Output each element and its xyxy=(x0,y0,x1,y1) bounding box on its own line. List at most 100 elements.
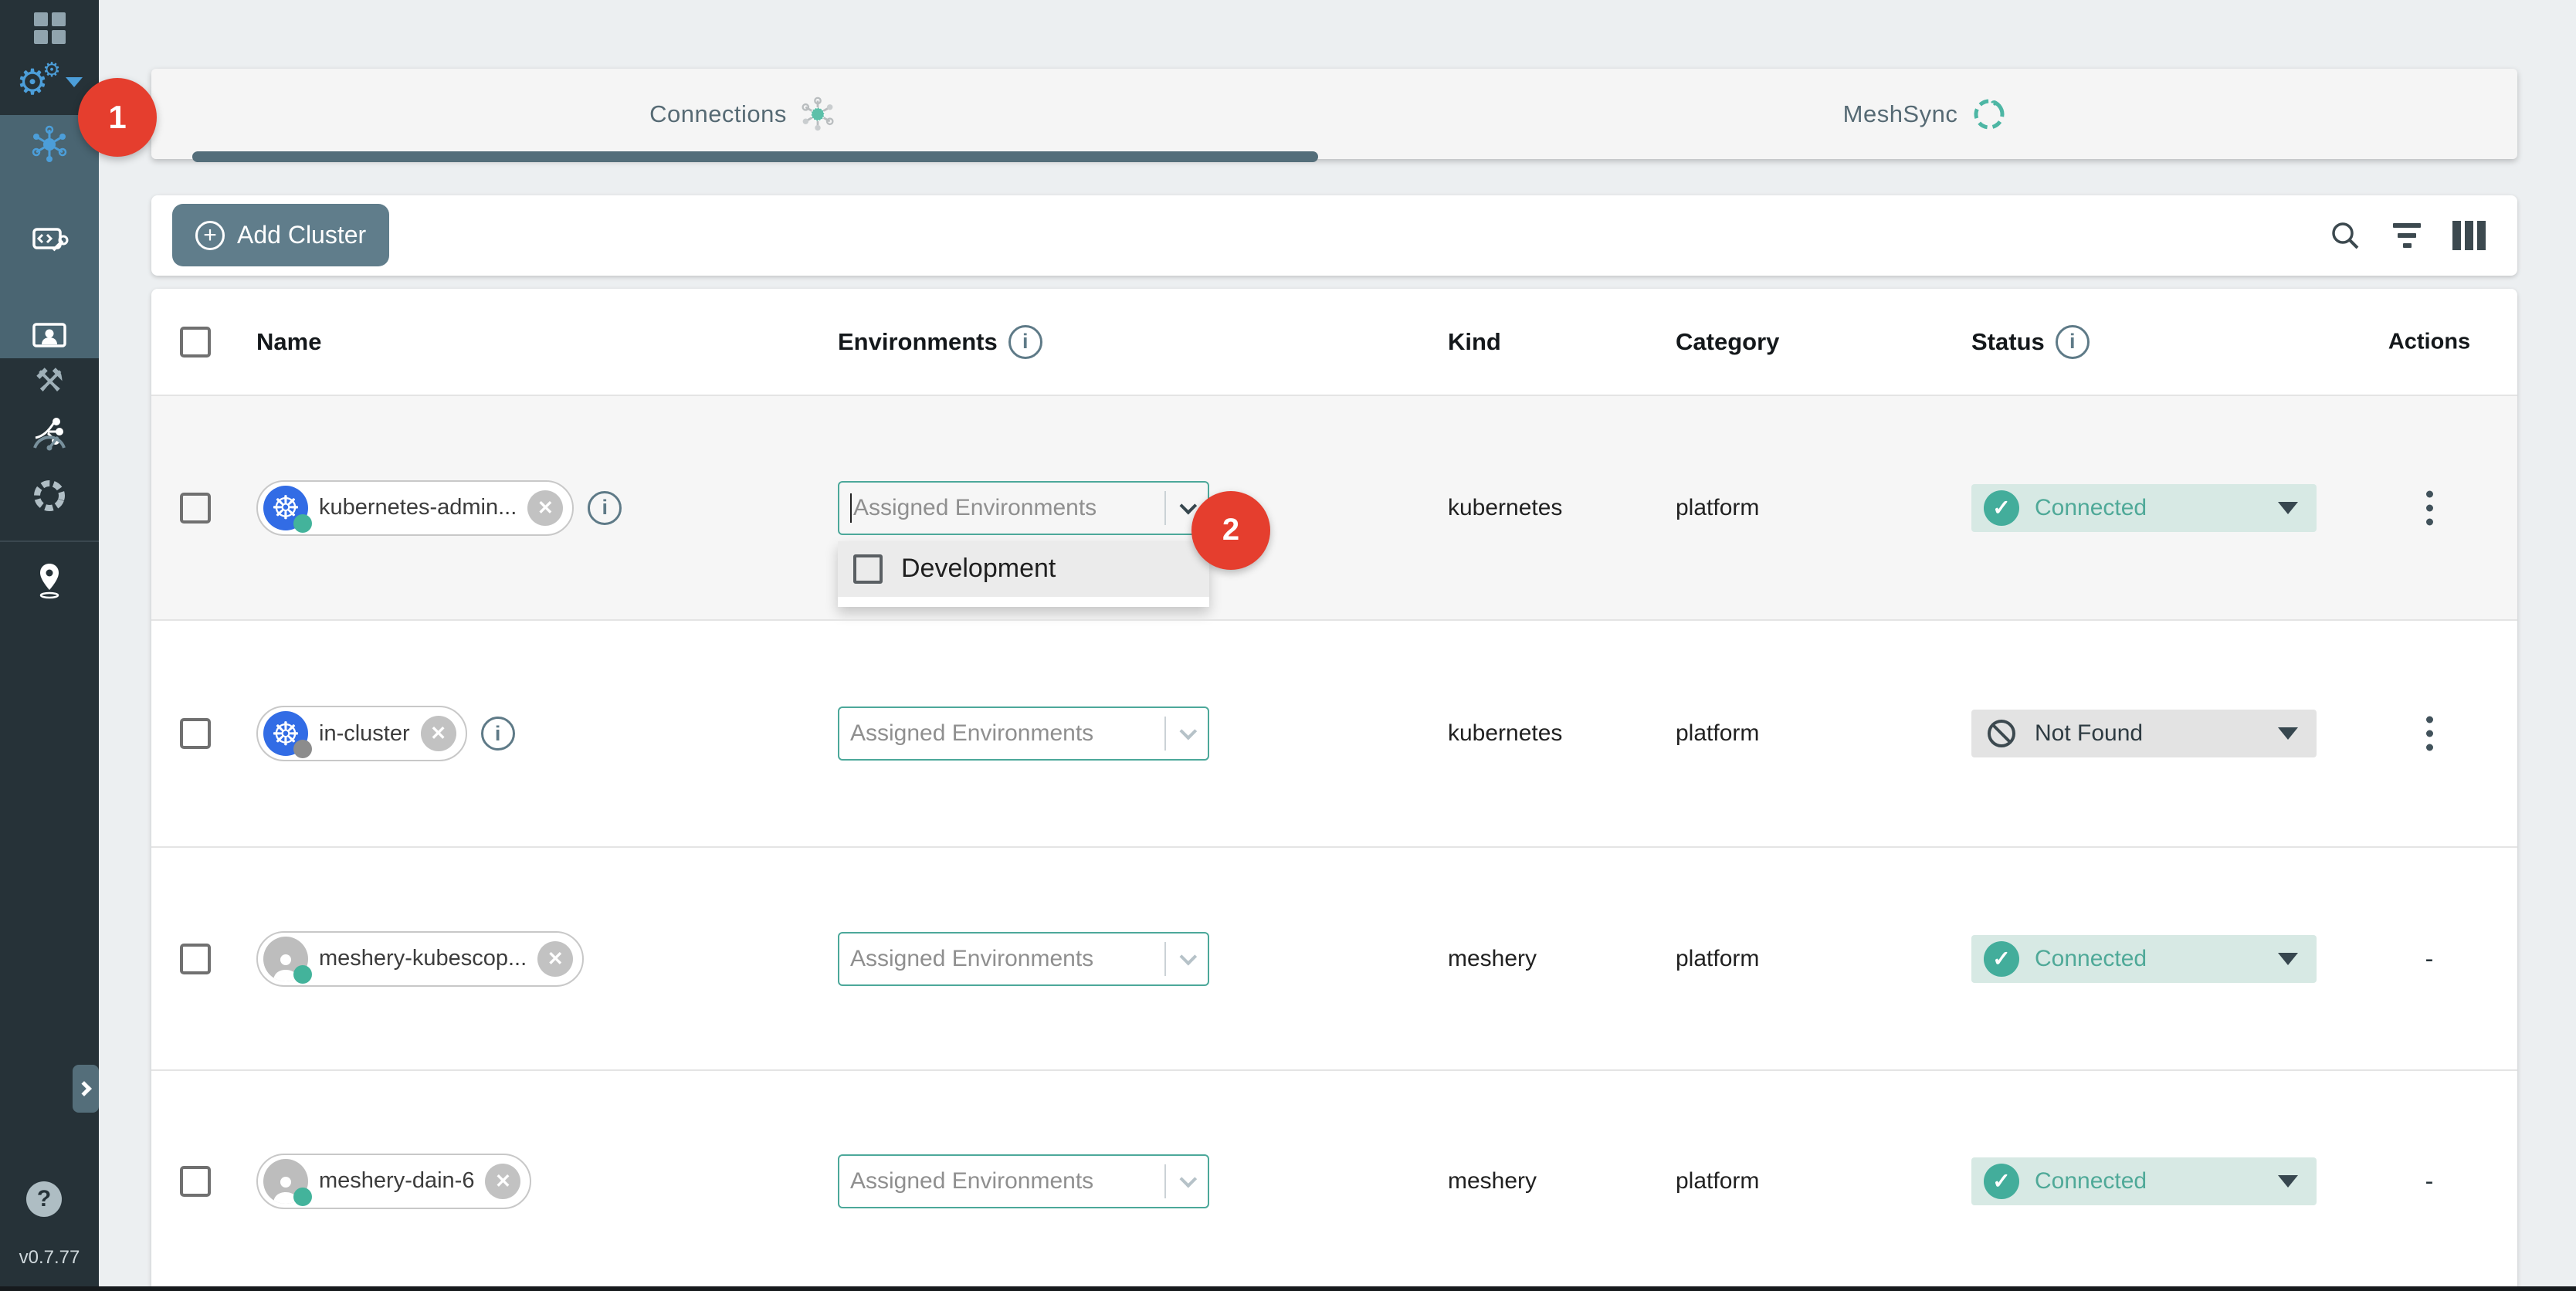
view-columns-icon[interactable] xyxy=(2451,218,2486,253)
connection-name: meshery-dain-6 xyxy=(319,1168,474,1194)
connected-check-icon: ✓ xyxy=(1984,490,2019,526)
category-value: platform xyxy=(1676,1168,1759,1194)
connection-chip[interactable]: ☸ kubernetes-admin... ✕ xyxy=(256,480,574,536)
tab-connections-label: Connections xyxy=(649,100,787,128)
add-cluster-button[interactable]: + Add Cluster xyxy=(172,204,389,266)
assigned-environments-select[interactable]: Assigned Environments xyxy=(838,1154,1209,1208)
connection-avatar: ☸ xyxy=(263,937,308,981)
connection-chip[interactable]: ☸ meshery-dain-6 ✕ xyxy=(256,1154,531,1209)
option-checkbox[interactable] xyxy=(853,554,883,584)
speedometer-icon xyxy=(30,422,69,452)
chevron-down-icon[interactable] xyxy=(1180,1170,1198,1188)
assigned-environments-select[interactable]: Assigned Environments xyxy=(838,706,1209,761)
sidebar-lifecycle-group xyxy=(0,115,99,358)
connection-name: in-cluster xyxy=(319,721,410,747)
row-checkbox[interactable] xyxy=(180,1166,211,1197)
connection-status-dot xyxy=(293,965,312,984)
connection-info-icon[interactable]: i xyxy=(588,491,622,525)
status-info-icon[interactable]: i xyxy=(2056,325,2090,359)
remove-connection-icon[interactable]: ✕ xyxy=(527,490,563,526)
header-status[interactable]: Status i xyxy=(1971,325,2090,359)
not-found-icon xyxy=(1984,716,2019,751)
connection-status-dot xyxy=(293,1188,312,1206)
status-chip[interactable]: ✓ Connected xyxy=(1971,1157,2317,1205)
connection-name: kubernetes-admin... xyxy=(319,495,517,520)
option-label: Development xyxy=(901,554,1056,584)
tools-icon: ⚒ xyxy=(35,361,64,399)
status-label: Connected xyxy=(2035,1168,2147,1194)
header-name[interactable]: Name xyxy=(256,328,321,356)
row-actions-menu-icon[interactable] xyxy=(2422,712,2438,756)
row-checkbox[interactable] xyxy=(180,718,211,749)
connections-tab-icon xyxy=(799,96,836,133)
step-badge-2: 2 xyxy=(1191,491,1270,570)
row-actions-menu-icon[interactable] xyxy=(2422,486,2438,530)
header-category[interactable]: Category xyxy=(1676,328,1779,356)
toolbar: + Add Cluster xyxy=(151,195,2517,276)
sidebar-item-catalog[interactable] xyxy=(0,557,99,604)
environment-option[interactable]: Development xyxy=(838,541,1209,597)
sidebar-item-extensions[interactable] xyxy=(0,474,99,517)
header-actions: Actions xyxy=(2388,329,2470,354)
header-kind[interactable]: Kind xyxy=(1448,328,1501,356)
connection-chip[interactable]: ☸ in-cluster ✕ xyxy=(256,706,467,761)
sidebar-item-workloads[interactable] xyxy=(0,317,99,354)
connections-mesh-icon xyxy=(29,124,69,164)
remove-connection-icon[interactable]: ✕ xyxy=(421,716,456,751)
remove-connection-icon[interactable]: ✕ xyxy=(485,1164,520,1199)
chevron-down-icon[interactable] xyxy=(1180,723,1198,740)
location-pin-icon xyxy=(32,561,66,601)
table-header: Name Environments i Kind Category Status… xyxy=(151,289,2517,395)
select-all-checkbox[interactable] xyxy=(180,327,211,357)
row-checkbox[interactable] xyxy=(180,493,211,524)
tab-meshsync[interactable]: MeshSync xyxy=(1334,69,2517,159)
status-label: Connected xyxy=(2035,495,2147,521)
tab-connections[interactable]: Connections xyxy=(151,69,1334,159)
sidebar-divider xyxy=(0,540,99,542)
kind-value: kubernetes xyxy=(1448,720,1562,747)
assigned-environments-select[interactable]: Assigned Environments xyxy=(838,932,1209,986)
connection-avatar: ☸ xyxy=(263,711,308,756)
connection-info-icon[interactable]: i xyxy=(481,717,515,751)
environments-cell: Assigned Environments xyxy=(838,1154,1209,1208)
chevron-down-icon[interactable] xyxy=(1180,947,1198,965)
screen-user-icon xyxy=(29,316,69,356)
row-checkbox[interactable] xyxy=(180,944,211,974)
search-icon[interactable] xyxy=(2327,218,2363,253)
connections-table: Name Environments i Kind Category Status… xyxy=(151,289,2517,1291)
sidebar-item-performance[interactable] xyxy=(0,417,99,457)
environments-placeholder: Assigned Environments xyxy=(850,720,1158,747)
status-chip[interactable]: ✓ Not Found xyxy=(1971,710,2317,757)
status-caret-icon xyxy=(2278,953,2298,965)
add-cluster-label: Add Cluster xyxy=(237,221,366,249)
tab-bar: Connections MeshSync xyxy=(151,69,2517,159)
help-button[interactable]: ? xyxy=(26,1181,62,1217)
no-actions-dash: - xyxy=(2425,1167,2434,1195)
environments-placeholder: Assigned Environments xyxy=(853,495,1158,521)
header-environments[interactable]: Environments i xyxy=(838,325,1042,359)
tab-meshsync-label: MeshSync xyxy=(1843,100,1958,128)
sidebar-item-configuration[interactable]: ⚒ xyxy=(0,360,99,400)
chevron-down-icon[interactable] xyxy=(1180,496,1198,514)
environments-cell: Assigned Environments xyxy=(838,706,1209,761)
connection-status-dot xyxy=(293,514,312,533)
status-chip[interactable]: ✓ Connected xyxy=(1971,935,2317,983)
sidebar-item-adapters[interactable] xyxy=(0,222,99,259)
header-status-label: Status xyxy=(1971,328,2045,356)
filter-icon[interactable] xyxy=(2389,218,2425,253)
kind-value: meshery xyxy=(1448,1168,1537,1194)
connection-chip[interactable]: ☸ meshery-kubescop... ✕ xyxy=(256,931,584,987)
adapters-icon xyxy=(29,220,69,260)
remove-connection-icon[interactable]: ✕ xyxy=(537,941,573,977)
status-chip[interactable]: ✓ Connected xyxy=(1971,484,2317,532)
connection-avatar: ☸ xyxy=(263,486,308,530)
sidebar-item-dashboard[interactable] xyxy=(0,9,99,46)
sidebar-collapse-button[interactable] xyxy=(73,1065,99,1113)
step-badge-1: 1 xyxy=(78,78,157,157)
environments-info-icon[interactable]: i xyxy=(1008,325,1042,359)
app-version: v0.7.77 xyxy=(0,1247,99,1269)
select-divider xyxy=(1164,942,1166,976)
select-divider xyxy=(1164,1164,1166,1198)
assigned-environments-select[interactable]: Assigned Environments xyxy=(838,481,1209,535)
environments-cell: Assigned Environments xyxy=(838,932,1209,986)
